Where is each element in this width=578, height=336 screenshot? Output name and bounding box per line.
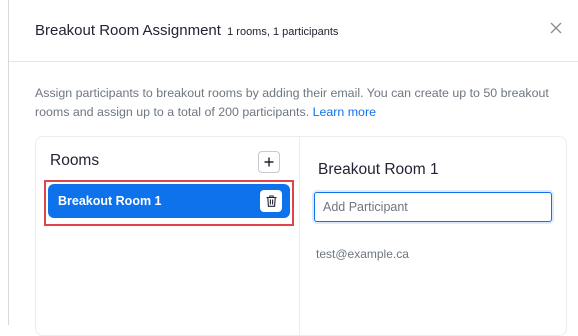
dialog-description: Assign participants to breakout rooms by… [35, 84, 565, 122]
close-icon[interactable] [546, 18, 566, 38]
rooms-heading: Rooms [50, 152, 100, 169]
room-list-item[interactable]: Breakout Room 1 [48, 184, 290, 218]
participant-email: test@example.ca [316, 247, 409, 261]
rooms-list-column: Rooms Breakout Room 1 [36, 137, 300, 335]
trash-icon [266, 195, 276, 207]
dialog-title: Breakout Room Assignment 1 rooms, 1 part… [35, 22, 338, 39]
add-room-button[interactable] [258, 151, 280, 173]
close-icon-glyph [550, 22, 562, 34]
description-text: Assign participants to breakout rooms by… [35, 86, 549, 119]
dialog-title-text: Breakout Room Assignment [35, 22, 221, 39]
add-participant-input[interactable] [314, 192, 552, 222]
dialog-subtitle: 1 rooms, 1 participants [227, 26, 339, 38]
learn-more-link[interactable]: Learn more [313, 105, 376, 119]
dialog-header: Breakout Room Assignment 1 rooms, 1 part… [9, 0, 578, 62]
breakout-room-dialog: Breakout Room Assignment 1 rooms, 1 part… [8, 0, 578, 336]
rooms-panel: Rooms Breakout Room 1 Breakout Room 1 te… [35, 136, 567, 336]
selected-room-title: Breakout Room 1 [318, 161, 439, 178]
delete-room-button[interactable] [260, 190, 282, 212]
plus-icon [264, 157, 274, 167]
room-item-label: Breakout Room 1 [58, 194, 162, 208]
